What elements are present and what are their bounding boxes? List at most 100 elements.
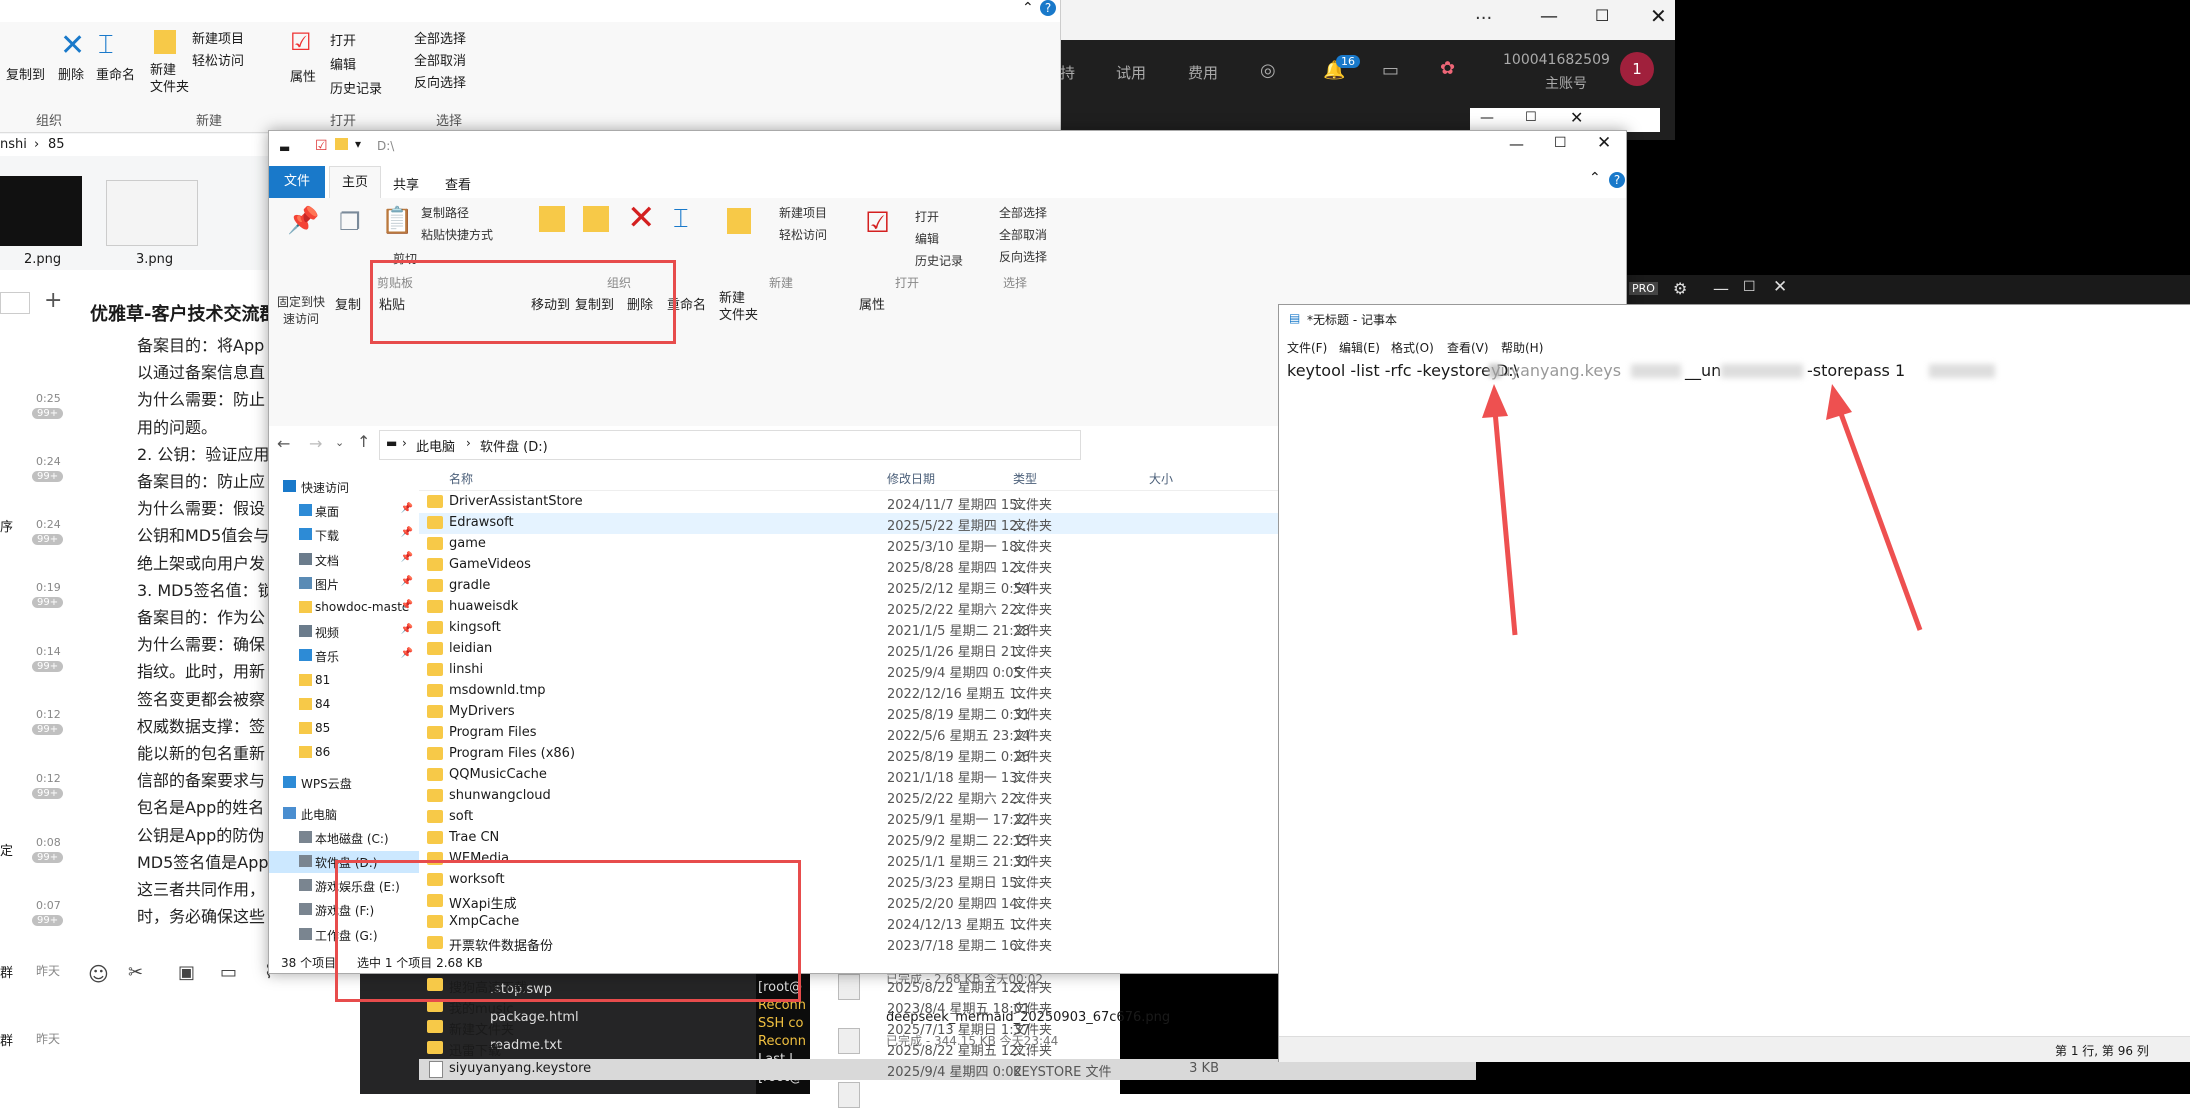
edit-button[interactable]: 编辑	[330, 54, 356, 73]
tab-file[interactable]: 文件	[269, 166, 325, 198]
invert-selection-button[interactable]: 反向选择	[999, 248, 1047, 265]
menu-edit[interactable]: 编辑(E)	[1339, 339, 1380, 356]
search-input[interactable]	[0, 292, 30, 314]
gear-icon[interactable]: ⚙	[1673, 279, 1687, 298]
scissors-icon[interactable]: ✂	[128, 962, 143, 983]
menu-format[interactable]: 格式(O)	[1391, 339, 1434, 356]
open-button[interactable]: 打开	[915, 208, 939, 225]
maximize-icon[interactable]: ☐	[1595, 6, 1609, 25]
history-button[interactable]: 历史记录	[915, 252, 963, 269]
nav-item[interactable]: 图片 📌	[269, 573, 419, 595]
nav-item-support[interactable]: 持	[1060, 62, 1075, 83]
pin-quick-access-button[interactable]: 固定到快 速访问	[277, 294, 325, 328]
tab-home[interactable]: 主页	[329, 166, 381, 199]
nav-item[interactable]: 此电脑	[269, 803, 419, 825]
menu-file[interactable]: 文件(F)	[1287, 339, 1327, 356]
select-all-button[interactable]: 全部选择	[999, 204, 1047, 221]
nav-item[interactable]: 文档 📌	[269, 549, 419, 571]
copy-button[interactable]: 复制	[335, 294, 361, 313]
select-none-button[interactable]: 全部取消	[414, 50, 466, 69]
nav-item[interactable]: 本地磁盘 (C:)	[269, 827, 419, 849]
close-icon[interactable]: ✕	[1773, 277, 1787, 297]
easy-access-button[interactable]: 轻松访问	[779, 226, 827, 243]
quick-access-dropdown-icon[interactable]: ▾	[355, 137, 361, 151]
open-button[interactable]: 打开	[330, 30, 356, 49]
add-icon[interactable]: +	[44, 288, 62, 313]
nav-item[interactable]: 84	[269, 694, 419, 716]
maximize-icon[interactable]: ☐	[1554, 135, 1567, 151]
nav-item[interactable]: 86	[269, 742, 419, 764]
bg-address-bar[interactable]: nshi › 85	[0, 134, 270, 156]
more-icon[interactable]: ···	[1475, 8, 1492, 29]
breadcrumb-part[interactable]: 85	[48, 137, 65, 152]
folder-icon[interactable]: ▭	[220, 962, 237, 983]
minimize-icon[interactable]: —	[1480, 110, 1494, 126]
avatar[interactable]: 1	[1620, 52, 1654, 86]
close-icon[interactable]: ✕	[1650, 4, 1667, 28]
breadcrumb-drive-d[interactable]: 软件盘 (D:)	[480, 436, 548, 455]
history-button[interactable]: 历史记录	[330, 78, 382, 97]
up-icon[interactable]: ↑	[357, 432, 370, 451]
nav-item[interactable]: 音乐 📌	[269, 645, 419, 667]
recent-locations-icon[interactable]: ⌄	[335, 436, 344, 449]
breadcrumb-part[interactable]: nshi	[0, 137, 27, 152]
select-none-button[interactable]: 全部取消	[999, 226, 1047, 243]
menu-view[interactable]: 查看(V)	[1447, 339, 1489, 356]
nav-item-trial[interactable]: 试用	[1116, 62, 1146, 83]
column-type[interactable]: 类型	[1013, 470, 1037, 487]
copy-to-button[interactable]: 复制到	[6, 64, 45, 83]
column-size[interactable]: 大小	[1149, 470, 1173, 487]
menu-help[interactable]: 帮助(H)	[1501, 339, 1543, 356]
close-icon[interactable]: ✕	[1597, 133, 1611, 153]
address-bar[interactable]: ▬ › 此电脑 › 软件盘 (D:)	[379, 430, 1081, 460]
delete-button[interactable]: 删除	[58, 64, 84, 83]
emoji-icon[interactable]: ☺	[88, 962, 109, 986]
nav-item[interactable]: showdoc-maste 📌	[269, 597, 419, 619]
properties-button[interactable]: 属性	[859, 294, 885, 313]
nav-item[interactable]: 桌面 📌	[269, 500, 419, 522]
help-icon[interactable]: ?	[1040, 0, 1056, 16]
properties-quick-icon[interactable]: ☑	[315, 138, 328, 154]
maximize-icon[interactable]: ☐	[1743, 279, 1756, 295]
collapse-ribbon-icon[interactable]: ⌃	[1022, 0, 1034, 16]
breadcrumb-this-pc[interactable]: 此电脑	[416, 436, 455, 455]
back-icon[interactable]: ←	[277, 434, 290, 453]
column-date[interactable]: 修改日期	[887, 470, 935, 487]
easy-access-button[interactable]: 轻松访问	[192, 50, 244, 69]
nav-item[interactable]: 快速访问	[269, 476, 419, 498]
nav-item[interactable]: 视频 📌	[269, 621, 419, 643]
select-all-button[interactable]: 全部选择	[414, 28, 466, 47]
tab-share[interactable]: 共享	[393, 174, 419, 193]
help-icon[interactable]: ◎	[1260, 60, 1276, 81]
minimize-icon[interactable]: —	[1713, 279, 1729, 298]
app-logo-icon[interactable]: ✿	[1440, 58, 1455, 79]
invert-selection-button[interactable]: 反向选择	[414, 72, 466, 91]
properties-button[interactable]: 属性	[290, 66, 316, 85]
collapse-ribbon-icon[interactable]: ⌃	[1589, 170, 1601, 186]
new-folder-button[interactable]: 新建 文件夹	[150, 62, 189, 96]
file-row[interactable]: siyuyanyang.keystore 2025/9/4 星期四 0:02 KEY…	[419, 1059, 1476, 1080]
close-icon[interactable]: ✕	[1570, 108, 1583, 127]
nav-item[interactable]: WPS云盘	[269, 772, 419, 794]
forward-icon[interactable]: →	[309, 434, 322, 453]
paste-shortcut-button[interactable]: 粘贴快捷方式	[421, 226, 493, 243]
maximize-icon[interactable]: ☐	[1525, 110, 1537, 125]
nav-item[interactable]: 下载 📌	[269, 524, 419, 546]
new-folder-button[interactable]: 新建 文件夹	[719, 290, 758, 324]
copy-path-button[interactable]: 复制路径	[421, 204, 469, 221]
nav-item-billing[interactable]: 费用	[1188, 62, 1218, 83]
notepad-text-area[interactable]: keytool -list -rfc -keystore D:\ yuyanya…	[1279, 361, 2190, 1036]
column-name[interactable]: 名称	[449, 470, 473, 487]
image-icon[interactable]: ▣	[178, 962, 195, 983]
help-icon[interactable]: ?	[1609, 172, 1625, 188]
message-icon[interactable]: ▭	[1382, 60, 1399, 81]
rename-button[interactable]: 重命名	[96, 64, 135, 83]
minimize-icon[interactable]: —	[1509, 135, 1524, 153]
new-item-button[interactable]: 新建项目	[192, 28, 244, 47]
thumbnail-image[interactable]	[106, 180, 198, 246]
new-item-button[interactable]: 新建项目	[779, 204, 827, 221]
thumbnail-image[interactable]	[0, 176, 82, 246]
nav-item[interactable]: 85	[269, 718, 419, 740]
minimize-icon[interactable]: —	[1540, 6, 1558, 27]
tab-view[interactable]: 查看	[445, 174, 471, 193]
